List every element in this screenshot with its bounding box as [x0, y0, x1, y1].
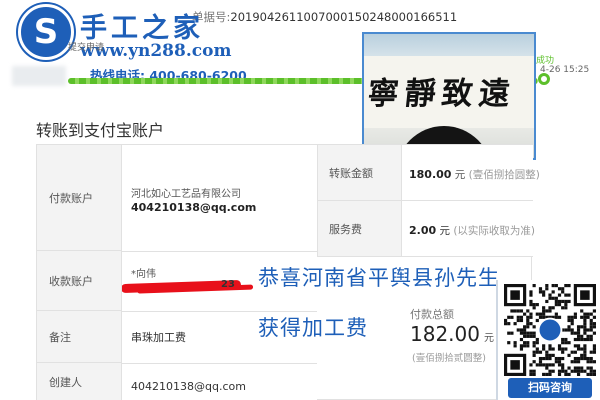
congrats-line-1: 恭喜河南省平舆县孙先生 — [258, 266, 500, 290]
fee-note: (以实际收取为准) — [453, 225, 536, 237]
payment-total-unit: 元 — [483, 333, 494, 344]
brand-logo-glyph: S — [33, 12, 59, 52]
fee-label: 服务费 — [317, 201, 401, 257]
payer-label: 付款账户 — [37, 145, 121, 251]
congrats-line-2: 获得加工费 — [258, 316, 368, 340]
amount-cell: 180.00 元 (壹佰捌拾圆整) — [401, 145, 540, 201]
payer-name: 河北如心工艺品有限公司 — [131, 189, 241, 200]
payment-total-label: 付款总额 — [410, 308, 454, 321]
calligraphy-text: 寧靜致遠 — [365, 76, 518, 112]
amount-label: 转账金额 — [317, 145, 401, 201]
fee-unit: 元 — [439, 225, 450, 237]
receiver-account-tail: 23 — [221, 279, 235, 290]
qr-panel: 扫码咨询 — [496, 280, 600, 400]
calligraphy-photo: 寧靜致遠 — [362, 32, 536, 160]
memo-value: 串珠加工费 — [131, 331, 186, 344]
brand-logo-icon: S — [18, 4, 74, 60]
progress-step-submit: 提交申请 — [68, 43, 105, 53]
qr-code[interactable] — [504, 284, 596, 376]
amount-value-row: 180.00 元 (壹佰捌拾圆整) — [409, 167, 540, 182]
fee-value-row: 2.00 元 (以实际收取为准) — [409, 223, 535, 238]
page-title: 转账到支付宝账户 — [36, 121, 165, 140]
memo-label: 备注 — [37, 311, 121, 363]
amount-note: (壹佰捌拾圆整) — [468, 169, 540, 181]
creator-value: 404210138@qq.com — [131, 380, 246, 393]
fee-value: 2.00 — [409, 224, 437, 237]
payment-total-note: (壹佰捌拾贰圆整) — [412, 353, 486, 364]
payer-email: 404210138@qq.com — [131, 201, 257, 214]
receiver-label: 收款账户 — [37, 251, 121, 311]
fee-cell: 2.00 元 (以实际收取为准) — [401, 201, 535, 257]
creator-label: 创建人 — [37, 363, 121, 400]
amount-value: 180.00 — [409, 168, 452, 181]
amount-unit: 元 — [454, 169, 466, 181]
scan-consult-button[interactable]: 扫码咨询 — [508, 378, 592, 398]
payment-total: 182.00 元 — [410, 322, 494, 346]
brand-watermark: S 手工之家 www.yn288.com 热线电话: 400-680-6200 — [0, 0, 250, 86]
receiver-name: *向伟 — [131, 269, 156, 280]
progress-done-time: 4-26 15:25 — [540, 65, 590, 75]
order-number-value: 2019042611007000150248000166511 — [230, 10, 458, 24]
payment-total-value: 182.00 — [410, 322, 480, 346]
